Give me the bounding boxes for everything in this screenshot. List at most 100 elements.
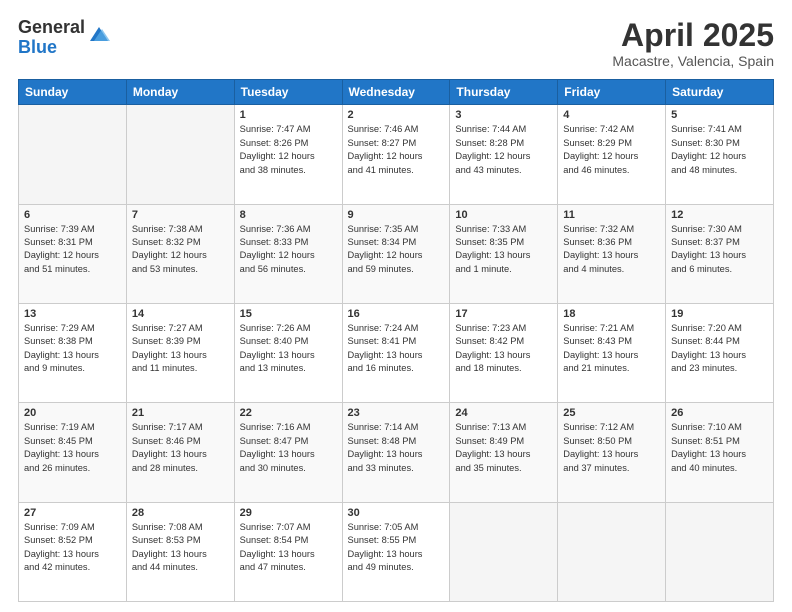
header-cell-friday: Friday [558, 80, 666, 105]
day-number: 23 [348, 407, 445, 419]
day-number: 10 [455, 209, 552, 221]
day-info: Sunrise: 7:08 AM Sunset: 8:53 PM Dayligh… [132, 521, 229, 575]
header: General Blue April 2025 Macastre, Valenc… [18, 18, 774, 69]
day-cell: 7 Sunrise: 7:38 AM Sunset: 8:32 PM Daylig… [126, 204, 234, 303]
calendar-table: SundayMondayTuesdayWednesdayThursdayFrid… [18, 79, 774, 602]
day-number: 7 [132, 209, 229, 221]
day-number: 12 [671, 209, 768, 221]
page: General Blue April 2025 Macastre, Valenc… [0, 0, 792, 612]
day-info: Sunrise: 7:23 AM Sunset: 8:42 PM Dayligh… [455, 322, 552, 376]
day-info: Sunrise: 7:27 AM Sunset: 8:39 PM Dayligh… [132, 322, 229, 376]
day-info: Sunrise: 7:05 AM Sunset: 8:55 PM Dayligh… [348, 521, 445, 575]
day-cell: 26 Sunrise: 7:10 AM Sunset: 8:51 PM Dayli… [666, 403, 774, 502]
day-cell: 1Sunrise: 7:47 AM Sunset: 8:26 PM Daylig… [234, 105, 342, 204]
day-cell: 28 Sunrise: 7:08 AM Sunset: 8:53 PM Dayli… [126, 502, 234, 601]
day-info: Sunrise: 7:36 AM Sunset: 8:33 PM Dayligh… [240, 223, 337, 277]
day-number: 14 [132, 308, 229, 320]
day-number: 9 [348, 209, 445, 221]
day-cell: 11Sunrise: 7:32 AM Sunset: 8:36 PM Dayli… [558, 204, 666, 303]
day-cell: 2 Sunrise: 7:46 AM Sunset: 8:27 PM Daylig… [342, 105, 450, 204]
day-cell: 4 Sunrise: 7:42 AM Sunset: 8:29 PM Daylig… [558, 105, 666, 204]
day-number: 11 [563, 209, 660, 221]
title-month: April 2025 [612, 18, 774, 53]
day-cell: 30 Sunrise: 7:05 AM Sunset: 8:55 PM Dayli… [342, 502, 450, 601]
day-number: 20 [24, 407, 121, 419]
day-info: Sunrise: 7:39 AM Sunset: 8:31 PM Dayligh… [24, 223, 121, 277]
title-location: Macastre, Valencia, Spain [612, 53, 774, 69]
header-cell-sunday: Sunday [19, 80, 127, 105]
day-number: 29 [240, 507, 337, 519]
day-cell: 3Sunrise: 7:44 AM Sunset: 8:28 PM Daylig… [450, 105, 558, 204]
day-number: 5 [671, 109, 768, 121]
day-cell: 17Sunrise: 7:23 AM Sunset: 8:42 PM Dayli… [450, 303, 558, 402]
day-cell: 12 Sunrise: 7:30 AM Sunset: 8:37 PM Dayli… [666, 204, 774, 303]
week-row-2: 6 Sunrise: 7:39 AM Sunset: 8:31 PM Daylig… [19, 204, 774, 303]
day-cell [450, 502, 558, 601]
day-number: 19 [671, 308, 768, 320]
day-info: Sunrise: 7:33 AM Sunset: 8:35 PM Dayligh… [455, 223, 552, 277]
day-number: 28 [132, 507, 229, 519]
day-cell: 13Sunrise: 7:29 AM Sunset: 8:38 PM Dayli… [19, 303, 127, 402]
day-info: Sunrise: 7:14 AM Sunset: 8:48 PM Dayligh… [348, 421, 445, 475]
day-info: Sunrise: 7:26 AM Sunset: 8:40 PM Dayligh… [240, 322, 337, 376]
day-info: Sunrise: 7:09 AM Sunset: 8:52 PM Dayligh… [24, 521, 121, 575]
day-cell [666, 502, 774, 601]
day-number: 25 [563, 407, 660, 419]
day-info: Sunrise: 7:41 AM Sunset: 8:30 PM Dayligh… [671, 123, 768, 177]
day-info: Sunrise: 7:46 AM Sunset: 8:27 PM Dayligh… [348, 123, 445, 177]
week-row-5: 27Sunrise: 7:09 AM Sunset: 8:52 PM Dayli… [19, 502, 774, 601]
day-info: Sunrise: 7:42 AM Sunset: 8:29 PM Dayligh… [563, 123, 660, 177]
day-cell: 18Sunrise: 7:21 AM Sunset: 8:43 PM Dayli… [558, 303, 666, 402]
day-cell [558, 502, 666, 601]
header-cell-tuesday: Tuesday [234, 80, 342, 105]
calendar-body: 1Sunrise: 7:47 AM Sunset: 8:26 PM Daylig… [19, 105, 774, 602]
day-info: Sunrise: 7:30 AM Sunset: 8:37 PM Dayligh… [671, 223, 768, 277]
day-number: 8 [240, 209, 337, 221]
day-number: 18 [563, 308, 660, 320]
day-info: Sunrise: 7:07 AM Sunset: 8:54 PM Dayligh… [240, 521, 337, 575]
day-info: Sunrise: 7:10 AM Sunset: 8:51 PM Dayligh… [671, 421, 768, 475]
day-cell: 15 Sunrise: 7:26 AM Sunset: 8:40 PM Dayli… [234, 303, 342, 402]
day-cell: 9 Sunrise: 7:35 AM Sunset: 8:34 PM Daylig… [342, 204, 450, 303]
day-cell: 10 Sunrise: 7:33 AM Sunset: 8:35 PM Dayli… [450, 204, 558, 303]
day-cell [19, 105, 127, 204]
day-number: 13 [24, 308, 121, 320]
day-cell: 27Sunrise: 7:09 AM Sunset: 8:52 PM Dayli… [19, 502, 127, 601]
header-cell-saturday: Saturday [666, 80, 774, 105]
day-number: 1 [240, 109, 337, 121]
day-info: Sunrise: 7:38 AM Sunset: 8:32 PM Dayligh… [132, 223, 229, 277]
day-number: 26 [671, 407, 768, 419]
day-number: 30 [348, 507, 445, 519]
day-number: 15 [240, 308, 337, 320]
day-cell: 29 Sunrise: 7:07 AM Sunset: 8:54 PM Dayli… [234, 502, 342, 601]
day-cell: 14 Sunrise: 7:27 AM Sunset: 8:39 PM Dayli… [126, 303, 234, 402]
calendar-header: SundayMondayTuesdayWednesdayThursdayFrid… [19, 80, 774, 105]
logo-blue: Blue [18, 38, 85, 58]
day-number: 24 [455, 407, 552, 419]
day-info: Sunrise: 7:12 AM Sunset: 8:50 PM Dayligh… [563, 421, 660, 475]
day-info: Sunrise: 7:13 AM Sunset: 8:49 PM Dayligh… [455, 421, 552, 475]
logo-general: General [18, 18, 85, 38]
day-cell: 8 Sunrise: 7:36 AM Sunset: 8:33 PM Daylig… [234, 204, 342, 303]
day-info: Sunrise: 7:35 AM Sunset: 8:34 PM Dayligh… [348, 223, 445, 277]
week-row-1: 1Sunrise: 7:47 AM Sunset: 8:26 PM Daylig… [19, 105, 774, 204]
day-cell: 16Sunrise: 7:24 AM Sunset: 8:41 PM Dayli… [342, 303, 450, 402]
day-cell: 21Sunrise: 7:17 AM Sunset: 8:46 PM Dayli… [126, 403, 234, 502]
day-number: 22 [240, 407, 337, 419]
day-info: Sunrise: 7:16 AM Sunset: 8:47 PM Dayligh… [240, 421, 337, 475]
header-cell-monday: Monday [126, 80, 234, 105]
day-number: 4 [563, 109, 660, 121]
day-info: Sunrise: 7:17 AM Sunset: 8:46 PM Dayligh… [132, 421, 229, 475]
day-cell: 24 Sunrise: 7:13 AM Sunset: 8:49 PM Dayli… [450, 403, 558, 502]
day-cell: 5 Sunrise: 7:41 AM Sunset: 8:30 PM Daylig… [666, 105, 774, 204]
day-info: Sunrise: 7:24 AM Sunset: 8:41 PM Dayligh… [348, 322, 445, 376]
day-number: 2 [348, 109, 445, 121]
day-cell: 19Sunrise: 7:20 AM Sunset: 8:44 PM Dayli… [666, 303, 774, 402]
day-number: 6 [24, 209, 121, 221]
day-cell: 25 Sunrise: 7:12 AM Sunset: 8:50 PM Dayli… [558, 403, 666, 502]
logo: General Blue [18, 18, 110, 58]
title-block: April 2025 Macastre, Valencia, Spain [612, 18, 774, 69]
header-cell-thursday: Thursday [450, 80, 558, 105]
header-row: SundayMondayTuesdayWednesdayThursdayFrid… [19, 80, 774, 105]
header-cell-wednesday: Wednesday [342, 80, 450, 105]
